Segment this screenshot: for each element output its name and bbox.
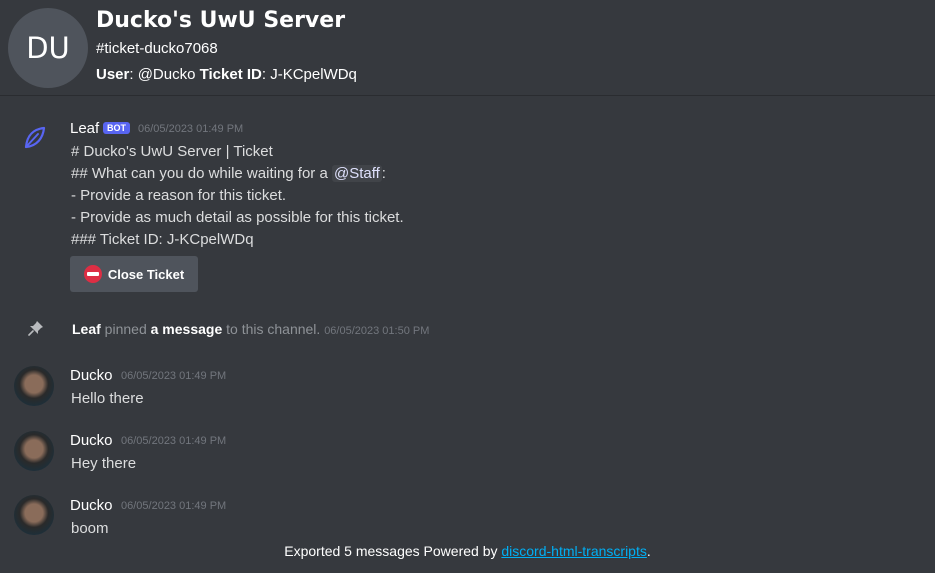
pin-verb: pinned [100,321,151,337]
message-author[interactable]: Ducko [70,497,113,514]
pin-icon [28,321,43,336]
message-line: - Provide a reason for this ticket. [71,187,287,204]
transcript-header: DU Ducko's UwU Server #ticket-ducko7068 … [0,0,935,96]
close-ticket-button[interactable]: Close Ticket [70,256,198,292]
user-label: User [96,66,130,83]
message-line-text: ## What can you do while waiting for a [71,165,332,182]
no-entry-icon [83,265,102,283]
channel-name: #ticket-ducko7068 [96,40,218,57]
pin-timestamp: 06/05/2023 01:50 PM [324,325,430,337]
message-line: ### Ticket ID: J-KCpelWDq [71,231,254,248]
guild-name: Ducko's UwU Server [96,8,346,33]
pin-notice: Leaf pinned a message to this channel. 0… [72,321,429,337]
avatar[interactable] [14,366,54,406]
mention-suffix: : [381,165,386,182]
avatar[interactable] [14,495,54,535]
message-timestamp: 06/05/2023 01:49 PM [121,435,227,447]
message-text: Hey there [71,455,137,472]
avatar[interactable] [14,118,54,158]
message-line: - Provide as much detail as possible for… [71,209,404,226]
ticket-id-label: Ticket ID [199,66,262,83]
message-text: boom [71,520,109,537]
message-timestamp: 06/05/2023 01:49 PM [138,123,244,135]
avatar[interactable] [14,431,54,471]
pin-author[interactable]: Leaf [72,321,101,337]
bot-badge: BOT [103,122,130,134]
guild-icon: DU [8,8,88,88]
staff-mention[interactable]: @Staff [331,165,382,182]
message-line: # Ducko's UwU Server | Ticket [71,143,273,160]
message-author[interactable]: Ducko [70,432,113,449]
message-timestamp: 06/05/2023 01:49 PM [121,500,227,512]
pin-suffix: to this channel. [222,321,321,337]
pinned-message-link[interactable]: a message [151,321,223,337]
leaf-icon [24,126,46,149]
footer-text: Exported 5 messages Powered by [284,543,502,559]
footer-suffix: . [646,543,651,559]
message-line: ## What can you do while waiting for a @… [71,165,386,182]
message-author[interactable]: Ducko [70,367,113,384]
close-ticket-label: Close Ticket [107,266,185,282]
ticket-id-value: J-KCpelWDq [270,66,357,83]
export-footer: Exported 5 messages Powered by discord-h… [0,543,935,559]
footer-link[interactable]: discord-html-transcripts [501,543,646,559]
user-value: @Ducko [137,66,196,83]
message-author[interactable]: Leaf [70,120,99,137]
message-timestamp: 06/05/2023 01:49 PM [121,370,227,382]
ticket-meta: User: @Ducko Ticket ID: J-KCpelWDq [96,66,357,83]
message-text: Hello there [71,390,144,407]
